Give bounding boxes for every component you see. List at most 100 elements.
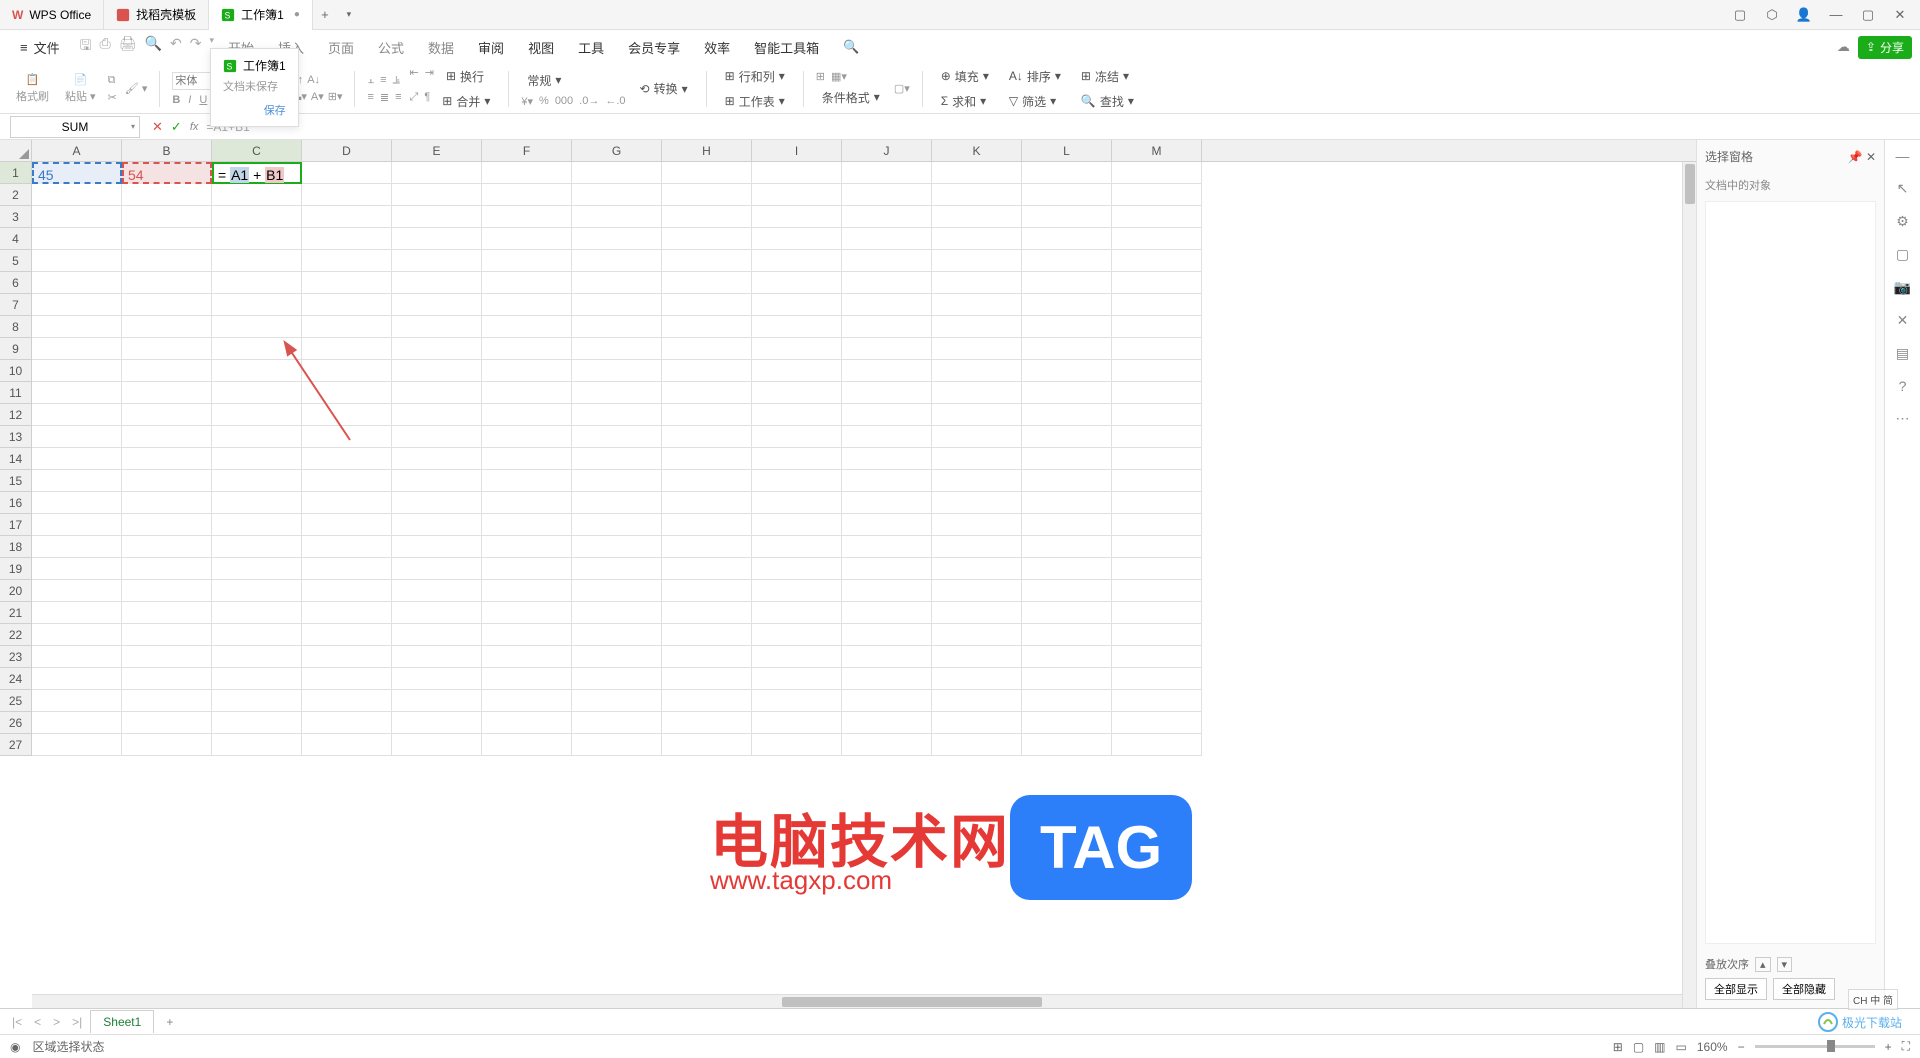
cell[interactable] <box>302 514 392 536</box>
cell[interactable] <box>572 690 662 712</box>
dec-inc-icon[interactable]: .0→ <box>579 95 599 108</box>
cell[interactable] <box>482 558 572 580</box>
new-tab-button[interactable]: + <box>313 3 337 27</box>
cell[interactable] <box>122 580 212 602</box>
cell[interactable] <box>1022 492 1112 514</box>
row-header[interactable]: 3 <box>0 206 32 228</box>
cell[interactable] <box>32 272 122 294</box>
cell[interactable] <box>572 426 662 448</box>
col-header-L[interactable]: L <box>1022 140 1112 161</box>
cell[interactable] <box>122 272 212 294</box>
cell[interactable] <box>32 668 122 690</box>
border-icon[interactable]: ⊞▾ <box>328 90 343 103</box>
table-style-icon[interactable]: ⊞ <box>816 70 825 83</box>
cell[interactable] <box>212 624 302 646</box>
cell[interactable] <box>302 184 392 206</box>
rtl-icon[interactable]: ¶ <box>424 91 430 112</box>
cell[interactable] <box>1112 580 1202 602</box>
cell[interactable] <box>122 668 212 690</box>
cell[interactable] <box>932 206 1022 228</box>
cell[interactable] <box>1022 668 1112 690</box>
align-top-icon[interactable]: ⫠ <box>367 74 374 87</box>
cell[interactable] <box>392 734 482 756</box>
cell[interactable] <box>122 712 212 734</box>
show-all-button[interactable]: 全部显示 <box>1705 978 1767 1000</box>
fill-button[interactable]: ⊕ 填充 ▾ <box>935 66 995 87</box>
cell[interactable] <box>752 294 842 316</box>
cell[interactable] <box>842 360 932 382</box>
cell[interactable] <box>842 294 932 316</box>
cell[interactable] <box>1112 668 1202 690</box>
cell[interactable] <box>662 668 752 690</box>
cell[interactable] <box>302 646 392 668</box>
cell[interactable] <box>32 316 122 338</box>
cell[interactable] <box>1112 624 1202 646</box>
cell[interactable] <box>212 558 302 580</box>
cell[interactable] <box>932 734 1022 756</box>
cell[interactable] <box>842 250 932 272</box>
cell[interactable] <box>302 294 392 316</box>
hide-all-button[interactable]: 全部隐藏 <box>1773 978 1835 1000</box>
cell[interactable] <box>212 250 302 272</box>
cell[interactable] <box>1112 646 1202 668</box>
tab-workbook[interactable]: S 工作簿1 ● <box>209 0 313 30</box>
cell[interactable] <box>392 272 482 294</box>
cell[interactable] <box>302 448 392 470</box>
cell[interactable] <box>122 338 212 360</box>
cell[interactable] <box>302 206 392 228</box>
cell[interactable] <box>932 492 1022 514</box>
cell[interactable] <box>662 162 752 184</box>
find-button[interactable]: 🔍 查找 ▾ <box>1075 91 1140 112</box>
menu-tools[interactable]: 工具 <box>568 34 614 61</box>
percent-icon[interactable]: % <box>539 95 549 108</box>
cell[interactable] <box>392 250 482 272</box>
sum-button[interactable]: Σ 求和 ▾ <box>935 91 995 112</box>
cell[interactable] <box>392 646 482 668</box>
cell[interactable] <box>1112 184 1202 206</box>
cell[interactable] <box>842 338 932 360</box>
cell[interactable] <box>662 272 752 294</box>
cell[interactable] <box>662 228 752 250</box>
format-icon[interactable]: ▢▾ <box>894 82 910 95</box>
cell[interactable] <box>842 316 932 338</box>
cell[interactable] <box>392 228 482 250</box>
cube-icon[interactable]: ⬡ <box>1760 3 1784 27</box>
col-header-K[interactable]: K <box>932 140 1022 161</box>
cell[interactable] <box>482 646 572 668</box>
cell[interactable] <box>572 294 662 316</box>
cell[interactable] <box>662 184 752 206</box>
row-header[interactable]: 11 <box>0 382 32 404</box>
row-header[interactable]: 23 <box>0 646 32 668</box>
cell[interactable] <box>932 250 1022 272</box>
cell[interactable] <box>662 382 752 404</box>
cell[interactable] <box>122 734 212 756</box>
cell[interactable] <box>662 426 752 448</box>
cell[interactable] <box>842 492 932 514</box>
cell[interactable] <box>1112 690 1202 712</box>
cell[interactable] <box>482 690 572 712</box>
menu-formula[interactable]: 公式 <box>368 34 414 61</box>
cell[interactable] <box>842 382 932 404</box>
indent-inc-icon[interactable]: ⇥ <box>425 66 434 87</box>
cell[interactable] <box>32 602 122 624</box>
cell[interactable] <box>212 206 302 228</box>
cell[interactable] <box>212 426 302 448</box>
cell[interactable] <box>842 580 932 602</box>
col-header-C[interactable]: C <box>212 140 302 161</box>
cell[interactable] <box>572 734 662 756</box>
number-format-select[interactable]: 常规 ▾ <box>521 70 625 91</box>
cell[interactable] <box>122 690 212 712</box>
cell[interactable] <box>662 712 752 734</box>
format-brush-button[interactable]: 📋 格式刷 <box>12 73 53 104</box>
cell[interactable] <box>482 668 572 690</box>
cell[interactable] <box>752 382 842 404</box>
cell[interactable] <box>1022 536 1112 558</box>
cell[interactable] <box>842 228 932 250</box>
col-header-F[interactable]: F <box>482 140 572 161</box>
copy-icon[interactable]: ⧉ <box>108 74 117 87</box>
cell[interactable] <box>212 712 302 734</box>
select-all-corner[interactable] <box>0 140 32 161</box>
cell[interactable] <box>302 316 392 338</box>
cell[interactable] <box>572 250 662 272</box>
cell[interactable] <box>752 162 842 184</box>
